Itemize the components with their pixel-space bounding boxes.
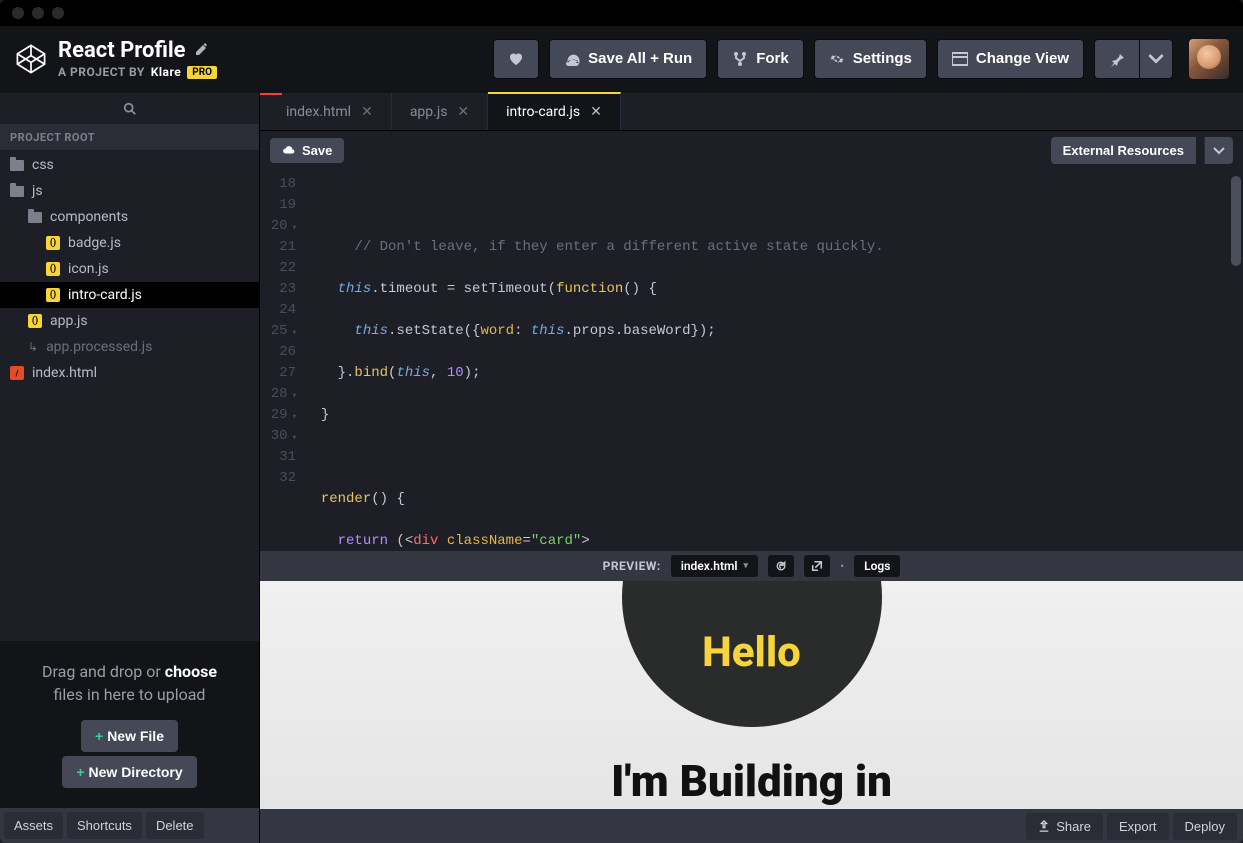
preview-file-select[interactable]: index.html▾	[671, 555, 758, 577]
file-index-html[interactable]: /index.html	[0, 360, 259, 386]
file-intro-card-js[interactable]: ()intro-card.js	[0, 282, 259, 308]
folder-icon	[10, 186, 24, 197]
external-resources-button[interactable]: External Resources	[1051, 137, 1196, 164]
project-title: React Profile	[58, 38, 186, 63]
save-all-run-button[interactable]: Save All + Run	[549, 39, 707, 79]
preview-heading: I'm Building in	[611, 755, 892, 807]
editor-toolbar: Save External Resources	[260, 131, 1243, 170]
js-file-icon: ()	[28, 314, 42, 328]
preview-toolbar: PREVIEW: index.html▾ • Logs	[260, 551, 1243, 581]
line-gutter: 18 19 20 21 22 23 24 25 26 27 28 29 30 3…	[260, 170, 304, 551]
js-file-icon: ()	[46, 262, 60, 276]
upload-dropzone[interactable]: Drag and drop or choosefiles in here to …	[0, 641, 259, 808]
file-icon-js[interactable]: ()icon.js	[0, 256, 259, 282]
code-editor[interactable]: 18 19 20 21 22 23 24 25 26 27 28 29 30 3…	[260, 170, 1243, 551]
chevron-down-icon: ▾	[744, 561, 749, 571]
mac-close-dot[interactable]	[12, 7, 24, 19]
external-resources-dropdown[interactable]	[1204, 137, 1233, 164]
js-file-icon: ()	[46, 236, 60, 250]
export-button[interactable]: Export	[1107, 813, 1169, 840]
folder-icon	[28, 212, 42, 223]
file-badge-js[interactable]: ()badge.js	[0, 230, 259, 256]
file-tree: css js components ()badge.js ()icon.js (…	[0, 150, 259, 641]
user-avatar[interactable]	[1189, 39, 1229, 79]
scrollbar-thumb[interactable]	[1231, 176, 1241, 266]
new-directory-button[interactable]: +New Directory	[62, 756, 196, 788]
preview-label: PREVIEW:	[603, 559, 661, 573]
author-name[interactable]: Klare	[151, 65, 182, 79]
tab-intro-card-js[interactable]: intro-card.js✕	[488, 92, 621, 130]
file-app-processed-js[interactable]: ↳app.processed.js	[0, 334, 259, 360]
new-file-button[interactable]: +New File	[81, 720, 178, 752]
assets-button[interactable]: Assets	[4, 812, 63, 839]
pin-dropdown[interactable]	[1140, 39, 1173, 79]
codepen-logo	[14, 42, 48, 76]
project-by-label: A PROJECT BY	[58, 65, 145, 79]
mac-min-dot[interactable]	[32, 7, 44, 19]
preview-badge: Hello	[622, 581, 882, 727]
save-button[interactable]: Save	[270, 138, 344, 163]
sidebar-search[interactable]	[0, 93, 259, 125]
tab-index-html[interactable]: index.html✕	[260, 93, 392, 130]
sidebar: PROJECT ROOT css js components ()badge.j…	[0, 93, 260, 843]
shortcuts-button[interactable]: Shortcuts	[67, 812, 142, 839]
js-file-icon: ()	[46, 288, 60, 302]
mac-titlebar	[0, 0, 1243, 26]
change-view-button[interactable]: Change View	[937, 39, 1084, 79]
settings-button[interactable]: Settings	[814, 39, 927, 79]
pro-badge: PRO	[187, 66, 217, 79]
bottom-bar: Share Export Deploy	[260, 809, 1243, 843]
sidebar-footer: Assets Shortcuts Delete	[0, 808, 259, 843]
tab-app-js[interactable]: app.js✕	[392, 93, 488, 130]
pin-button[interactable]	[1094, 39, 1140, 79]
app-header: React Profile A PROJECT BY Klare PRO Sav…	[0, 26, 1243, 93]
file-app-js[interactable]: ()app.js	[0, 308, 259, 334]
processed-icon: ↳	[28, 340, 38, 354]
html-file-icon: /	[10, 366, 24, 380]
folder-css[interactable]: css	[0, 152, 259, 178]
editor-tabs: index.html✕ app.js✕ intro-card.js✕	[260, 93, 1243, 131]
folder-icon	[10, 160, 24, 171]
main-area: index.html✕ app.js✕ intro-card.js✕ Save …	[260, 93, 1243, 843]
deploy-button[interactable]: Deploy	[1173, 813, 1237, 840]
delete-button[interactable]: Delete	[146, 812, 204, 839]
fork-button[interactable]: Fork	[717, 39, 804, 79]
close-icon[interactable]: ✕	[361, 104, 373, 120]
separator-dot: •	[840, 559, 844, 573]
mac-max-dot[interactable]	[52, 7, 64, 19]
folder-js[interactable]: js	[0, 178, 259, 204]
open-preview-button[interactable]	[804, 555, 830, 577]
close-icon[interactable]: ✕	[457, 104, 469, 120]
edit-title-icon[interactable]	[194, 41, 210, 61]
project-root-label: PROJECT ROOT	[0, 125, 259, 150]
code-content[interactable]: // Don't leave, if they enter a differen…	[304, 170, 1243, 551]
like-button[interactable]	[493, 39, 539, 79]
preview-pane: Hello I'm Building in	[260, 581, 1243, 809]
folder-components[interactable]: components	[0, 204, 259, 230]
dropzone-text: Drag and drop or choosefiles in here to …	[16, 661, 243, 706]
close-icon[interactable]: ✕	[590, 104, 602, 120]
refresh-preview-button[interactable]	[768, 555, 794, 577]
share-button[interactable]: Share	[1026, 813, 1103, 840]
logs-button[interactable]: Logs	[854, 555, 900, 577]
